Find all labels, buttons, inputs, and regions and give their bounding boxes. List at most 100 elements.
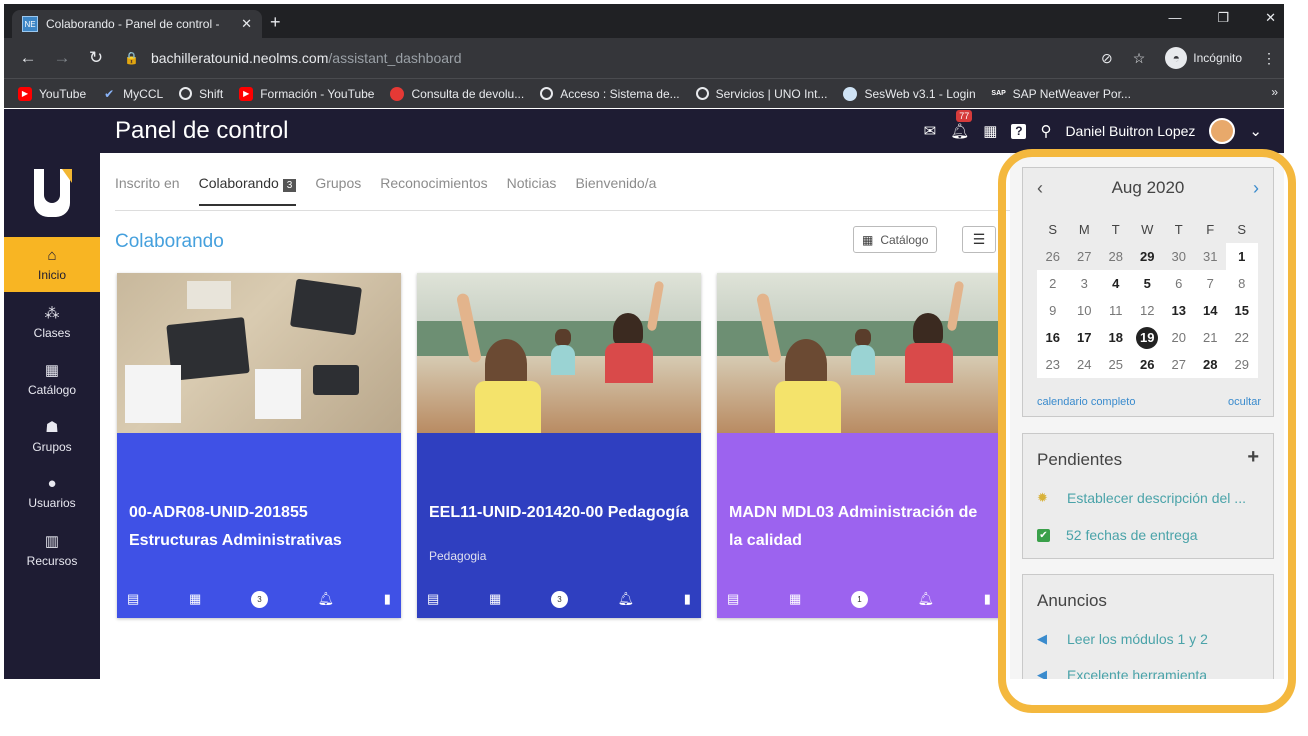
class-card-title[interactable]: MADN MDL03 Administración de la calidad (729, 499, 989, 555)
mail-icon[interactable]: ✉ (924, 122, 937, 140)
calendar-day[interactable]: 13 (1163, 297, 1195, 324)
sidebar-item-clases[interactable]: ⁂ Clases (4, 294, 100, 349)
bookmark-sesweb[interactable]: SesWeb v3.1 - Login (843, 86, 976, 101)
pending-item[interactable]: ✹ Establecer descripción del ... (1037, 490, 1246, 506)
eye-off-icon[interactable]: ⊘ (1101, 50, 1113, 67)
calendar-day[interactable]: 8 (1226, 270, 1258, 297)
document-icon[interactable]: ▮ (384, 591, 391, 608)
calendar-day[interactable]: 11 (1100, 297, 1132, 324)
gradebook-icon[interactable]: ▤ (727, 591, 739, 608)
announcement-item[interactable]: ◀ Leer los módulos 1 y 2 (1037, 631, 1208, 647)
calendar-day[interactable]: 9 (1037, 297, 1069, 324)
bell-icon[interactable]: 🔔︎ (318, 591, 335, 608)
browser-menu-icon[interactable]: ⋮ (1262, 50, 1276, 67)
back-icon[interactable]: ← (18, 48, 38, 68)
address-bar[interactable]: 🔒 bachilleratounid.neolms.com/assistant_… (124, 50, 461, 66)
bookmark-myccl[interactable]: ✔ MyCCL (102, 87, 163, 101)
calendar-icon[interactable]: ▦ (189, 591, 201, 608)
tab-noticias[interactable]: Noticias (507, 175, 557, 206)
calendar-day[interactable]: 4 (1100, 270, 1132, 297)
catalog-view-button[interactable]: ▦ Catálogo (853, 226, 938, 253)
minimize-icon[interactable]: — (1168, 10, 1181, 26)
calendar-icon[interactable]: ▦ (789, 591, 801, 608)
unid-logo[interactable] (34, 169, 72, 217)
calendar-day[interactable]: 29 (1132, 243, 1164, 270)
tab-grupos[interactable]: Grupos (315, 175, 361, 206)
class-card-title[interactable]: EEL11-UNID-201420-00 Pedagogía (429, 499, 689, 555)
calendar-day[interactable]: 31 (1195, 243, 1227, 270)
calendar-day[interactable]: 16 (1037, 324, 1069, 351)
students-count-badge[interactable]: 3 (250, 591, 268, 608)
calendar-day[interactable]: 28 (1194, 351, 1226, 378)
calendar-day[interactable]: 17 (1068, 324, 1100, 351)
forward-icon[interactable]: → (52, 48, 72, 68)
chevron-right-icon[interactable]: › (1253, 178, 1259, 199)
notifications-button[interactable]: 🔔︎ 77 (950, 110, 973, 140)
calendar-day[interactable]: 15 (1226, 297, 1258, 324)
students-count-badge[interactable]: 3 (550, 591, 568, 608)
sidebar-item-usuarios[interactable]: ● Usuarios (4, 465, 100, 520)
incognito-indicator[interactable]: ◓ Incógnito (1165, 47, 1242, 69)
restore-icon[interactable]: ❐ (1217, 10, 1229, 26)
calendar-day[interactable]: 12 (1131, 297, 1163, 324)
calendar-day[interactable]: 27 (1163, 351, 1195, 378)
star-icon[interactable]: ☆ (1133, 50, 1146, 67)
calendar-day[interactable]: 24 (1068, 351, 1100, 378)
calendar-day[interactable]: 30 (1163, 243, 1195, 270)
close-window-icon[interactable]: ✕ (1265, 10, 1276, 26)
tab-bienvenido[interactable]: Bienvenido/a (575, 175, 656, 206)
search-icon[interactable]: ⚲ (1040, 122, 1051, 140)
chevron-down-icon[interactable]: ⌄ (1249, 122, 1262, 140)
sidebar-item-recursos[interactable]: ▥ Recursos (4, 522, 100, 577)
class-card[interactable]: 00-ADR08-UNID-201855 Estructuras Adminis… (117, 273, 401, 618)
tab-reconocimientos[interactable]: Reconocimientos (380, 175, 487, 206)
calendar-day[interactable]: 26 (1037, 243, 1069, 270)
bookmark-youtube[interactable]: ▶ YouTube (18, 86, 86, 101)
calendar-day[interactable]: 14 (1194, 297, 1226, 324)
new-tab-icon[interactable]: + (270, 12, 281, 33)
calendar-day[interactable]: 27 (1069, 243, 1101, 270)
calendar-day[interactable]: 6 (1163, 270, 1195, 297)
calendar-day[interactable]: 21 (1194, 324, 1226, 351)
calendar-day[interactable]: 2 (1037, 270, 1069, 297)
bookmark-sap[interactable]: SAP SAP NetWeaver Por... (991, 87, 1130, 101)
calendar-day[interactable]: 1 (1226, 243, 1258, 270)
add-icon[interactable]: + (1247, 446, 1259, 469)
sidebar-item-catalogo[interactable]: ▦ Catálogo (4, 351, 100, 406)
hide-calendar-link[interactable]: ocultar (1228, 396, 1261, 408)
bookmark-formacion[interactable]: ▶ Formación - YouTube (239, 86, 374, 101)
announcement-item[interactable]: ◀ Excelente herramienta (1037, 667, 1207, 679)
tab-inscrito[interactable]: Inscrito en (115, 175, 180, 206)
user-name[interactable]: Daniel Buitron Lopez (1065, 123, 1195, 139)
reload-icon[interactable]: ↻ (86, 48, 106, 68)
calendar-day[interactable]: 28 (1100, 243, 1132, 270)
class-card[interactable]: MADN MDL03 Administración de la calidad … (717, 273, 1001, 618)
sidebar-item-inicio[interactable]: ⌂ Inicio (4, 237, 100, 292)
calendar-day[interactable]: 20 (1163, 324, 1195, 351)
document-icon[interactable]: ▮ (684, 591, 691, 608)
calendar-day[interactable]: 10 (1068, 297, 1100, 324)
close-tab-icon[interactable]: ✕ (241, 16, 252, 32)
pending-item[interactable]: ✔ 52 fechas de entrega (1037, 527, 1198, 543)
avatar[interactable] (1209, 118, 1236, 144)
browser-tab[interactable]: NE Colaborando - Panel de control - ✕ (12, 10, 262, 38)
chevron-left-icon[interactable]: ‹ (1037, 178, 1043, 199)
class-card[interactable]: EEL11-UNID-201420-00 Pedagogía Pedagogia… (417, 273, 701, 618)
calendar-day[interactable]: 23 (1037, 351, 1069, 378)
calendar-day[interactable]: 22 (1226, 324, 1258, 351)
bell-icon[interactable]: 🔔︎ (918, 591, 935, 608)
students-count-badge[interactable]: 1 (850, 591, 868, 608)
sidebar-item-grupos[interactable]: ☗ Grupos (4, 408, 100, 463)
help-icon[interactable]: ? (1011, 123, 1027, 139)
bell-icon[interactable]: 🔔︎ (618, 591, 635, 608)
calendar-day-today[interactable]: 19 (1131, 324, 1163, 351)
calendar-day[interactable]: 5 (1131, 270, 1163, 297)
calendar-day[interactable]: 26 (1131, 351, 1163, 378)
calendar-day[interactable]: 7 (1194, 270, 1226, 297)
bookmark-servicios[interactable]: Servicios | UNO Int... (695, 87, 827, 101)
calendar-day[interactable]: 25 (1100, 351, 1132, 378)
bookmark-acceso[interactable]: Acceso : Sistema de... (540, 87, 680, 101)
full-calendar-link[interactable]: calendario completo (1037, 396, 1135, 408)
document-icon[interactable]: ▮ (984, 591, 991, 608)
gradebook-icon[interactable]: ▤ (427, 591, 439, 608)
